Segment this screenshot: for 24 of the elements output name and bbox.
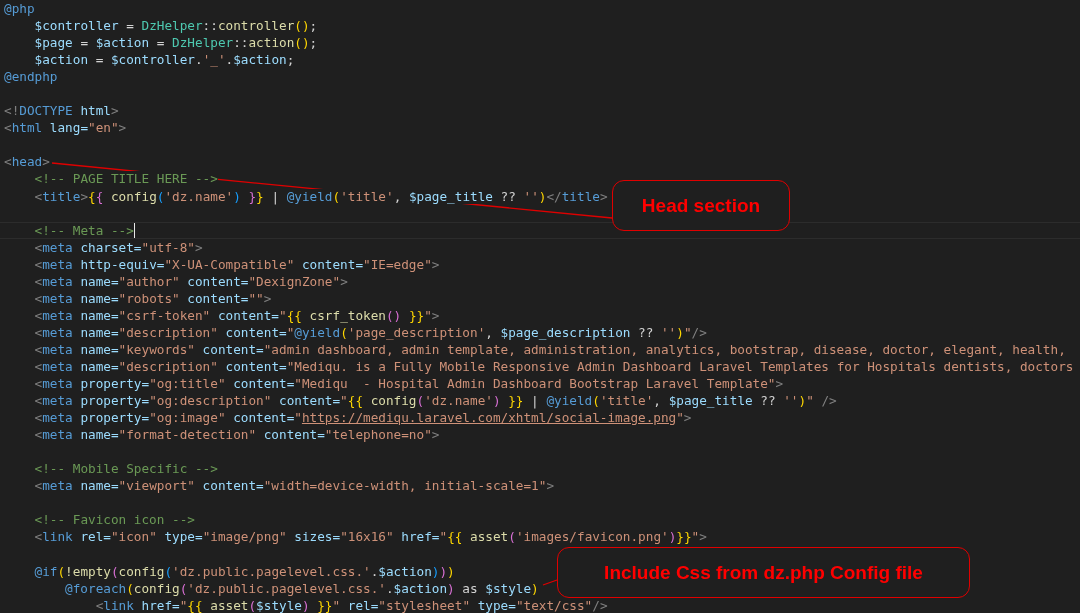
code-line: $controller = DzHelper::controller(); (34, 17, 318, 35)
code-line: <html lang="en"> (4, 119, 127, 137)
annotation-callout: Head section (612, 180, 790, 231)
code-line: <title>{{ config('dz.name') }} | @yield('title', $page_title ?? '')</title> (34, 187, 608, 205)
code-line: <meta name="csrf-token" content="{{ csrf_token() }}"> (34, 306, 440, 324)
code-line: $page = $action = DzHelper::action(); (34, 34, 318, 52)
code-line: <meta property="og:description" content="{{ config('dz.name') }} | @yield('title', $page_title ?? '')" /> (34, 392, 837, 410)
code-line: <meta property="og:image" content="https://mediqu.laravel.com/xhtml/social-image.png"> (34, 409, 692, 427)
code-line: <meta charset="utf-8"> (34, 238, 203, 256)
leader-line (542, 579, 558, 586)
code-line: <meta name="author" content="DexignZone"> (34, 272, 348, 290)
code-line: <!DOCTYPE html> (4, 102, 119, 120)
code-line: @if(!empty(config('dz.public.pagelevel.css.'.$action))) (34, 562, 455, 580)
code-line: <meta name="viewport" content="width=device-width, initial-scale=1"> (34, 477, 554, 495)
code-line: <link rel="icon" type="image/png" sizes="16x16" href="{{ asset('images/favicon.png')}}"> (34, 528, 707, 546)
code-line: <meta http-equiv="X-UA-Compatible" content="IE=edge"> (34, 255, 440, 273)
code-line: @foreach(config('dz.public.pagelevel.css.'.$action) as $style) (65, 579, 539, 597)
code-line: <link href="{{ asset($style) }}" rel="stylesheet" type="text/css"/> (95, 596, 608, 613)
code-line: <meta name="description" content="@yield('page_description', $page_description ?? '')"/> (34, 323, 707, 341)
text-cursor (133, 222, 136, 238)
code-line: $action = $controller.'_'.$action; (34, 51, 295, 69)
code-line: <meta name="robots" content=""> (34, 289, 272, 307)
annotation-callout: Include Css from dz.php Config file (557, 547, 970, 598)
code-line: <meta name="format-detection" content="telephone=no"> (34, 426, 440, 444)
